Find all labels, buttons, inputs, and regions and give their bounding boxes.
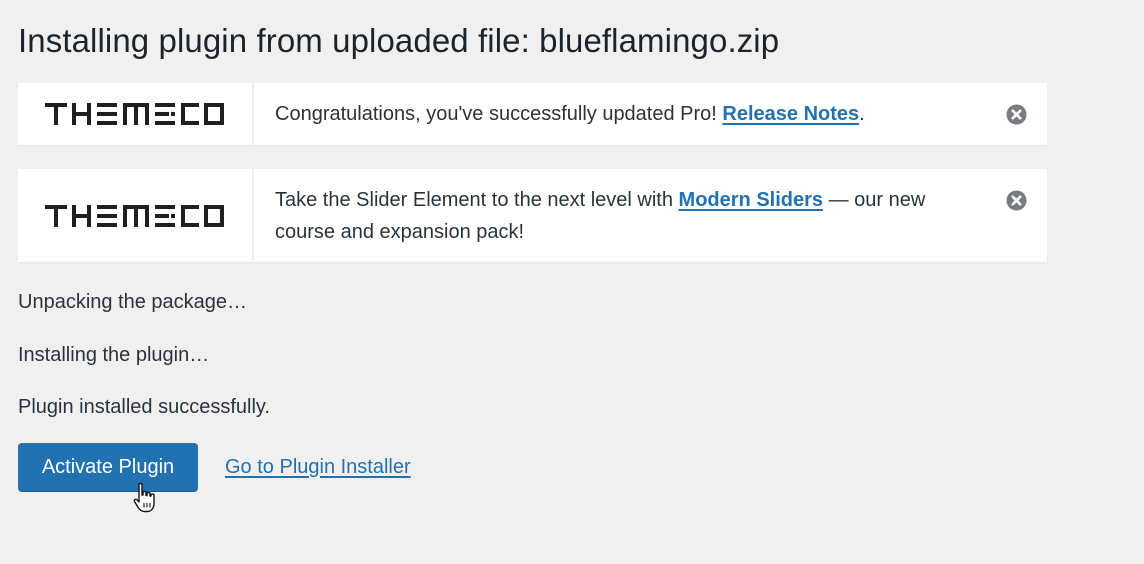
notice-text: Congratulations, you've successfully upd… [275, 103, 723, 125]
activate-plugin-button[interactable]: Activate Plugin [18, 443, 198, 491]
dismiss-notice-button[interactable] [1006, 104, 1027, 125]
modern-sliders-link[interactable]: Modern Sliders [679, 189, 823, 211]
themeco-logo-mark [45, 204, 224, 227]
themeco-logo-mark [45, 103, 224, 125]
close-circle-icon [1006, 190, 1027, 211]
notice-message: Congratulations, you've successfully upd… [254, 83, 1047, 145]
page-title: Installing plugin from uploaded file: bl… [18, 22, 780, 59]
themeco-promo-notice: Take the Slider Element to the next leve… [18, 169, 1047, 262]
notice-message: Take the Slider Element to the next leve… [254, 169, 1047, 262]
themeco-update-notice: Congratulations, you've successfully upd… [18, 83, 1047, 145]
hand-pointer-icon [132, 482, 158, 519]
notice-text: Take the Slider Element to the next leve… [275, 189, 679, 211]
log-unpacking: Unpacking the package… [18, 291, 248, 313]
log-installing: Installing the plugin… [18, 344, 210, 366]
themeco-logo [18, 169, 254, 262]
notice-text-end: . [859, 103, 865, 125]
release-notes-link[interactable]: Release Notes [722, 103, 859, 125]
plugin-installer-link[interactable]: Go to Plugin Installer [225, 456, 411, 479]
log-success: Plugin installed successfully. [18, 396, 270, 418]
themeco-logo [18, 83, 254, 145]
close-circle-icon [1006, 104, 1027, 125]
dismiss-notice-button[interactable] [1006, 190, 1027, 211]
